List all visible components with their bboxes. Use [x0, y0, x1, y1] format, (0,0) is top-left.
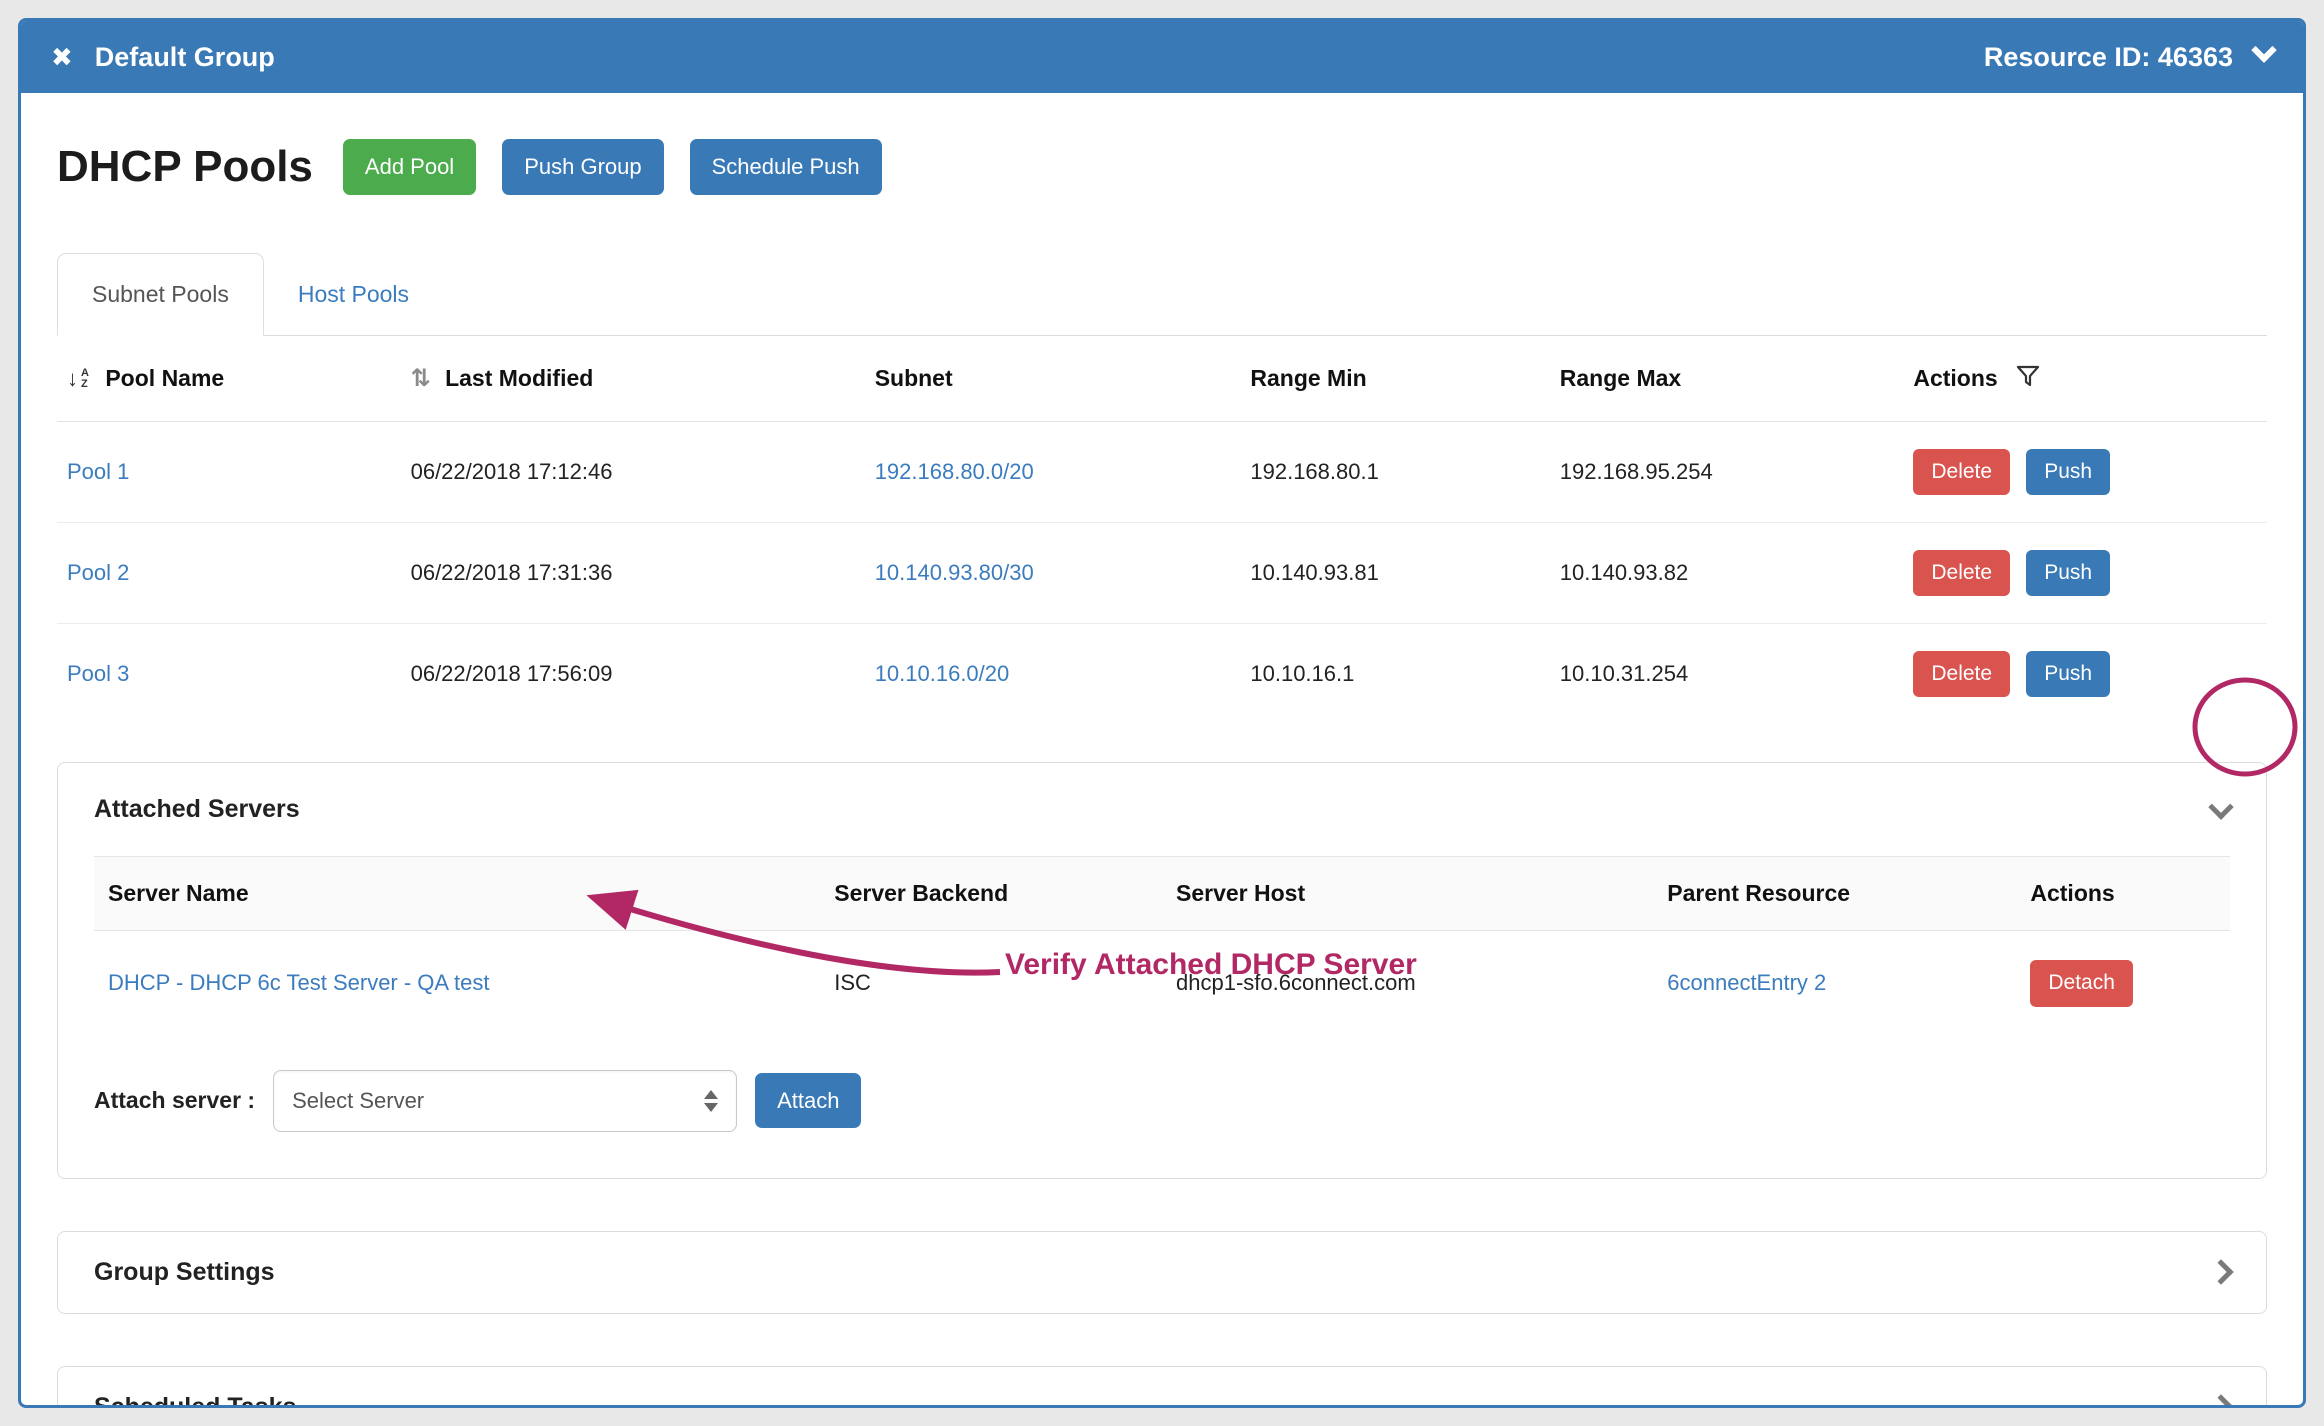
server-host: dhcp1-sfo.6connect.com — [1162, 931, 1653, 1036]
titlebar-left: ✖ Default Group — [51, 42, 275, 73]
group-settings-chevron-icon[interactable] — [2208, 1259, 2233, 1284]
schedule-push-button[interactable]: Schedule Push — [690, 139, 882, 195]
scheduled-tasks-title: Scheduled Tasks — [94, 1393, 296, 1409]
resource-id-label: Resource ID: 46363 — [1984, 42, 2233, 73]
col-pool-name-label: Pool Name — [105, 365, 224, 391]
attached-servers-title: Attached Servers — [94, 795, 300, 824]
group-settings-title: Group Settings — [94, 1258, 275, 1287]
col-server-actions: Actions — [2016, 857, 2230, 931]
push-pool-button[interactable]: Push — [2026, 550, 2110, 596]
group-settings-header[interactable]: Group Settings — [58, 1232, 2266, 1313]
select-stepper-icon — [704, 1090, 718, 1112]
pool-range-max: 10.10.31.254 — [1560, 624, 1914, 725]
parent-resource-link[interactable]: 6connectEntry 2 — [1667, 970, 1826, 995]
server-row: DHCP - DHCP 6c Test Server - QA test ISC… — [94, 931, 2230, 1036]
collapse-group-chevron-icon[interactable] — [2251, 37, 2276, 62]
page-title: DHCP Pools — [57, 142, 313, 192]
content: DHCP Pools Add Pool Push Group Schedule … — [21, 139, 2303, 1408]
pool-row: Pool 2 06/22/2018 17:31:36 10.140.93.80/… — [57, 522, 2267, 623]
col-actions: Actions — [1913, 336, 2267, 422]
pool-subnet-link[interactable]: 10.140.93.80/30 — [875, 560, 1034, 585]
delete-pool-button[interactable]: Delete — [1913, 449, 2010, 495]
attached-servers-header[interactable]: Attached Servers — [58, 763, 2266, 856]
pool-row: Pool 3 06/22/2018 17:56:09 10.10.16.0/20… — [57, 624, 2267, 725]
pool-range-min: 10.140.93.81 — [1250, 522, 1559, 623]
close-icon[interactable]: ✖ — [51, 44, 73, 70]
filter-icon[interactable] — [2016, 365, 2040, 389]
col-server-backend: Server Backend — [820, 857, 1162, 931]
group-title: Default Group — [95, 42, 275, 73]
title-row: DHCP Pools Add Pool Push Group Schedule … — [57, 139, 2267, 195]
col-subnet: Subnet — [875, 336, 1251, 422]
attach-server-select[interactable]: Select Server — [273, 1070, 737, 1132]
tab-host-pools[interactable]: Host Pools — [264, 254, 443, 335]
pool-row: Pool 1 06/22/2018 17:12:46 192.168.80.0/… — [57, 421, 2267, 522]
servers-table: Server Name Server Backend Server Host P… — [94, 856, 2230, 1035]
group-settings-panel: Group Settings — [57, 1231, 2267, 1314]
pool-subnet-link[interactable]: 192.168.80.0/20 — [875, 459, 1034, 484]
attach-server-select-value: Select Server — [292, 1088, 424, 1114]
sort-updown-icon[interactable]: ⇅ — [411, 365, 431, 392]
pools-table-body: Pool 1 06/22/2018 17:12:46 192.168.80.0/… — [57, 421, 2267, 724]
attached-servers-panel: Attached Servers Server Name Server Back… — [57, 762, 2267, 1178]
sort-letter-z: Z — [81, 379, 89, 390]
col-actions-label: Actions — [1913, 365, 1997, 391]
col-subnet-label: Subnet — [875, 365, 953, 391]
delete-pool-button[interactable]: Delete — [1913, 651, 2010, 697]
col-range-min-label: Range Min — [1250, 365, 1366, 391]
col-last-modified-label: Last Modified — [445, 365, 593, 391]
pool-range-max: 192.168.95.254 — [1560, 421, 1914, 522]
col-parent-resource: Parent Resource — [1653, 857, 2016, 931]
push-group-button[interactable]: Push Group — [502, 139, 663, 195]
server-backend: ISC — [820, 931, 1162, 1036]
pool-name-link[interactable]: Pool 1 — [67, 459, 129, 484]
col-range-max: Range Max — [1560, 336, 1914, 422]
sort-arrow: ↓ — [67, 368, 78, 390]
pool-range-min: 10.10.16.1 — [1250, 624, 1559, 725]
attach-server-label: Attach server : — [94, 1087, 255, 1114]
add-pool-button[interactable]: Add Pool — [343, 139, 476, 195]
tab-subnet-pools[interactable]: Subnet Pools — [57, 253, 264, 336]
pools-table: ↓ A Z Pool Name ⇅ Last Modified S — [57, 336, 2267, 725]
col-server-host: Server Host — [1162, 857, 1653, 931]
push-pool-button[interactable]: Push — [2026, 651, 2110, 697]
detach-button[interactable]: Detach — [2030, 960, 2133, 1006]
push-pool-button[interactable]: Push — [2026, 449, 2110, 495]
titlebar-right: Resource ID: 46363 — [1984, 42, 2273, 73]
pools-table-head: ↓ A Z Pool Name ⇅ Last Modified S — [57, 336, 2267, 422]
titlebar: ✖ Default Group Resource ID: 46363 — [21, 21, 2303, 93]
scheduled-tasks-chevron-icon[interactable] — [2208, 1394, 2233, 1408]
pool-modified: 06/22/2018 17:12:46 — [411, 421, 875, 522]
pool-range-max: 10.140.93.82 — [1560, 522, 1914, 623]
server-name-link[interactable]: DHCP - DHCP 6c Test Server - QA test — [108, 970, 489, 995]
tabs: Subnet Pools Host Pools — [57, 253, 2267, 336]
sort-letter-a: A — [81, 368, 89, 379]
delete-pool-button[interactable]: Delete — [1913, 550, 2010, 596]
pool-name-link[interactable]: Pool 2 — [67, 560, 129, 585]
pool-modified: 06/22/2018 17:56:09 — [411, 624, 875, 725]
scheduled-tasks-header[interactable]: Scheduled Tasks — [58, 1367, 2266, 1409]
pool-subnet-link[interactable]: 10.10.16.0/20 — [875, 661, 1010, 686]
pool-name-link[interactable]: Pool 3 — [67, 661, 129, 686]
col-range-min: Range Min — [1250, 336, 1559, 422]
scheduled-tasks-panel: Scheduled Tasks — [57, 1366, 2267, 1409]
pool-range-min: 192.168.80.1 — [1250, 421, 1559, 522]
sort-alpha-asc-icon[interactable]: ↓ A Z — [67, 368, 89, 390]
attached-servers-chevron-icon[interactable] — [2208, 794, 2233, 819]
attach-button[interactable]: Attach — [755, 1073, 861, 1129]
col-server-name: Server Name — [94, 857, 820, 931]
pool-modified: 06/22/2018 17:31:36 — [411, 522, 875, 623]
col-pool-name: ↓ A Z Pool Name — [57, 336, 411, 422]
attached-servers-body: Server Name Server Backend Server Host P… — [58, 856, 2266, 1035]
attach-server-row: Attach server : Select Server Attach — [58, 1036, 2266, 1178]
default-group-window: ✖ Default Group Resource ID: 46363 DHCP … — [18, 18, 2306, 1408]
col-last-modified: ⇅ Last Modified — [411, 336, 875, 422]
col-range-max-label: Range Max — [1560, 365, 1681, 391]
